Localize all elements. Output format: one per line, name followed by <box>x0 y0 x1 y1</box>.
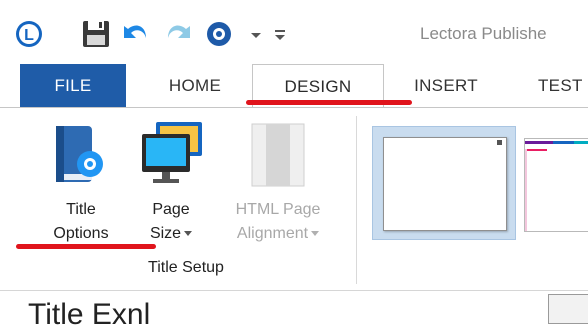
page-size-label-line2: Size <box>149 225 182 242</box>
page-size-label-line1: Page <box>152 201 190 218</box>
svg-text:L: L <box>24 27 34 44</box>
lectora-logo-icon[interactable]: L <box>12 18 46 50</box>
redo-icon[interactable] <box>162 18 196 50</box>
chevron-down-icon <box>184 231 193 237</box>
tab-home[interactable]: HOME <box>150 64 240 108</box>
theme-accent-bar <box>527 149 547 151</box>
theme-header-bar <box>525 141 588 144</box>
html-page-alignment-label-line1: HTML Page <box>235 201 321 218</box>
theme-thumbnail-selected[interactable] <box>372 126 516 240</box>
title-options-icon <box>50 122 112 188</box>
html-page-alignment-dropdown[interactable]: Alignment <box>214 224 342 244</box>
tab-insert[interactable]: INSERT <box>406 64 486 108</box>
chevron-down-icon <box>311 231 320 237</box>
tab-file[interactable]: FILE <box>20 64 126 108</box>
theme-side-bar <box>525 149 527 231</box>
title-options-button[interactable]: Title Options <box>34 108 128 258</box>
dropdown-caret-icon[interactable] <box>248 18 264 50</box>
gear-icon[interactable] <box>204 18 238 50</box>
save-icon[interactable] <box>80 18 114 50</box>
blank-theme-preview <box>383 137 507 231</box>
theme-thumbnail[interactable] <box>524 138 588 232</box>
annotation-underline-design <box>246 100 412 105</box>
page-size-dropdown[interactable]: Size <box>128 224 214 244</box>
page-alignment-icon <box>248 122 308 188</box>
undo-icon[interactable] <box>118 18 152 50</box>
annotation-underline-title-options <box>16 244 156 249</box>
title-options-label-line1: Title <box>66 201 96 218</box>
html-page-alignment-button[interactable]: HTML Page Alignment <box>214 108 342 258</box>
partial-button[interactable] <box>548 294 588 324</box>
window-title: Lectora Publishe <box>420 24 547 43</box>
page-heading-partial: Title Exnl <box>28 298 151 331</box>
tab-test[interactable]: TEST <box>538 64 588 108</box>
page-size-button[interactable]: Page Size <box>128 108 214 258</box>
customize-toolbar-icon[interactable] <box>272 18 288 50</box>
ribbon-group-title-setup: Title Setup <box>148 259 224 276</box>
html-page-alignment-label-line2: Alignment <box>236 225 309 242</box>
ribbon-design-panel: Title Options Page Size HTML Page Alignm… <box>0 107 588 291</box>
title-options-label-line2: Options <box>53 225 109 242</box>
ribbon-group-divider <box>356 116 357 284</box>
theme-corner-marker <box>497 140 502 145</box>
quick-access-toolbar: L Lectora Publishe <box>0 0 588 64</box>
page-size-icon <box>136 118 206 188</box>
